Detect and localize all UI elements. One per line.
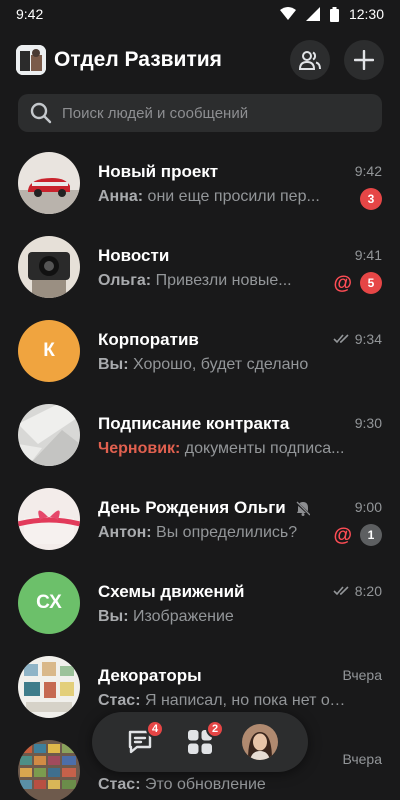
status-time: 9:42: [16, 6, 44, 22]
chat-sender: Стас:: [98, 692, 141, 709]
chat-preview: Стас: Я написал, но пока нет отв...: [98, 692, 348, 710]
chat-avatar: К: [18, 320, 80, 382]
chat-sender: Антон:: [98, 524, 152, 541]
chat-title: Декораторы: [98, 666, 202, 685]
chat-list: Новый проект 9:42 Анна: они еще просили …: [0, 140, 400, 800]
new-chat-button[interactable]: [344, 40, 384, 80]
search-placeholder: Поиск людей и сообщений: [62, 104, 249, 122]
chat-time: 9:41: [354, 247, 382, 263]
chat-time: 8:20: [333, 583, 382, 599]
chat-avatar: [18, 656, 80, 718]
chat-preview: Ольга: Привезли новые...: [98, 272, 348, 290]
wifi-icon: [279, 7, 296, 20]
messages-badge: 4: [146, 720, 164, 738]
contacts-icon: [298, 51, 321, 70]
chat-title: Новости: [98, 246, 170, 265]
chat-text: они еще просили пер...: [143, 188, 320, 205]
apps-badge: 2: [206, 720, 224, 738]
unread-badge: 5: [360, 272, 382, 294]
chat-title: Новый проект: [98, 162, 219, 181]
chat-sender: Вы:: [98, 356, 129, 373]
chat-text: Хорошо, будет сделано: [128, 356, 309, 373]
apps-tab[interactable]: 2: [180, 720, 224, 762]
messages-tab[interactable]: 4: [120, 720, 164, 762]
chat-time: 9:34: [333, 331, 382, 347]
unread-badge: 1: [360, 524, 382, 546]
chat-text: Вы определились?: [151, 524, 298, 541]
unread-badge: 3: [360, 188, 382, 210]
chat-time: 9:30: [354, 415, 382, 431]
chat-text: Я написал, но пока нет отв...: [140, 692, 348, 709]
contacts-button[interactable]: [290, 40, 330, 80]
chat-row[interactable]: Новый проект 9:42 Анна: они еще просили …: [0, 140, 400, 224]
chat-preview: Стас: Это обновление: [98, 776, 348, 794]
double-check-icon: [333, 334, 349, 344]
chat-avatar: [18, 740, 80, 800]
page-title: Отдел Развития: [54, 48, 222, 71]
chat-avatar: СХ: [18, 572, 80, 634]
chat-time: 9:00: [354, 499, 382, 515]
chat-avatar: [18, 488, 80, 550]
mention-indicator: @: [333, 272, 352, 294]
chat-preview: Антон: Вы определились?: [98, 524, 348, 542]
chat-title: День Рождения Ольги: [98, 498, 310, 518]
chat-preview: Вы: Изображение: [98, 608, 348, 626]
bottom-nav: 4 2: [92, 712, 308, 772]
chat-title: Подписание контракта: [98, 414, 290, 433]
chat-row[interactable]: Новости 9:41 Ольга: Привезли новые... @ …: [0, 224, 400, 308]
chat-preview: Черновик: документы подписа...: [98, 440, 348, 458]
workspace-logo[interactable]: [16, 45, 46, 75]
battery-icon: [329, 6, 339, 22]
chat-sender: Вы:: [98, 608, 129, 625]
chat-row[interactable]: СХ Схемы движений 8:20 Вы: Изображение: [0, 560, 400, 644]
bell-off-icon: [295, 500, 310, 516]
chat-sender: Ольга:: [98, 272, 152, 289]
chat-row[interactable]: Подписание контракта 9:30 Черновик: доку…: [0, 392, 400, 476]
chat-row[interactable]: День Рождения Ольги 9:00 Антон: Вы опред…: [0, 476, 400, 560]
chat-time: 9:42: [354, 163, 382, 179]
profile-tab[interactable]: [240, 722, 280, 762]
chat-sender: Анна:: [98, 188, 144, 205]
mention-indicator: @: [333, 524, 352, 546]
chat-time: Вчера: [342, 751, 382, 767]
chat-text: Это обновление: [140, 776, 266, 793]
header: Отдел Развития: [16, 40, 384, 80]
chat-avatar: [18, 152, 80, 214]
draft-label: Черновик:: [98, 440, 181, 457]
plus-icon: [354, 50, 374, 70]
chat-preview: Вы: Хорошо, будет сделано: [98, 356, 348, 374]
signal-icon: [305, 7, 320, 21]
chat-title: Схемы движений: [98, 582, 245, 601]
chat-preview: Анна: они еще просили пер...: [98, 188, 348, 206]
chat-title: Корпоратив: [98, 330, 199, 349]
chat-text: Привезли новые...: [151, 272, 292, 289]
status-clock: 12:30: [348, 6, 384, 22]
search-input[interactable]: Поиск людей и сообщений: [18, 94, 382, 132]
double-check-icon: [333, 586, 349, 596]
chat-avatar: [18, 404, 80, 466]
chat-avatar: [18, 236, 80, 298]
chat-text: документы подписа...: [180, 440, 345, 457]
chat-time: Вчера: [342, 667, 382, 683]
status-bar: 9:42 12:30: [0, 0, 400, 28]
chat-sender: Стас:: [98, 776, 141, 793]
search-icon: [30, 102, 52, 124]
avatar: [242, 724, 278, 760]
chat-text: Изображение: [128, 608, 234, 625]
chat-row[interactable]: К Корпоратив 9:34 Вы: Хорошо, будет сдел…: [0, 308, 400, 392]
